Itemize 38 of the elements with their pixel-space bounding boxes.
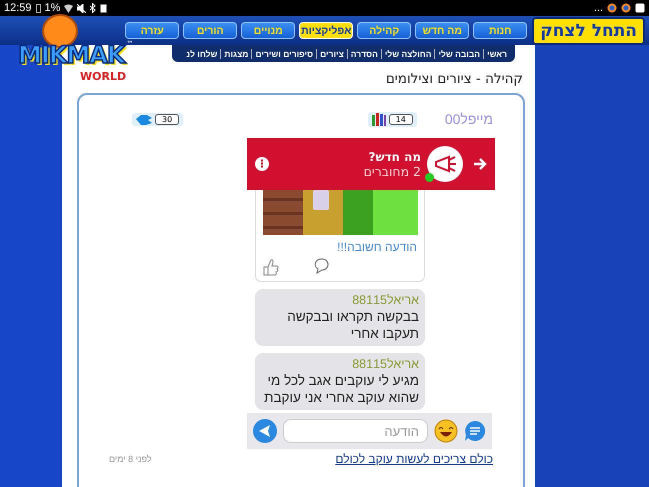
wifi-icon (64, 4, 74, 12)
chat-icon[interactable] (464, 420, 486, 442)
site-logo-text[interactable]: התחל לצחק (532, 16, 645, 44)
online-count: 2 מחוברים (362, 164, 421, 178)
bluetooth-icon (90, 3, 96, 13)
battery-icon (36, 4, 41, 12)
arrow-right-icon[interactable] (473, 158, 487, 170)
sub-nav-link[interactable]: ציורים (317, 48, 348, 58)
sub-nav-link[interactable]: החולצה שלי (382, 48, 436, 58)
drawings-badge: 14 (368, 112, 417, 126)
sub-nav-link[interactable]: מצגות (221, 48, 252, 58)
thumbs-up-icon[interactable] (263, 258, 279, 276)
likes-badge: 30 (132, 112, 184, 126)
comment-text: בבקשה תקראו ובבקשה תעקבו אחרי (286, 308, 419, 342)
message-field[interactable]: הודעה (283, 419, 428, 443)
post-time: לפני 8 ימים (109, 453, 152, 466)
megaphone-icon (433, 155, 457, 173)
comment-text: מגיע לי עוקבים אגב לכל מי שהוא עוקב אחרי אני עוקבת (263, 372, 419, 406)
battery-icon (100, 3, 108, 13)
notice-title: מה חדש? (368, 150, 421, 164)
more-notifications: ... (594, 2, 603, 14)
sub-nav-link[interactable]: הסדרה (348, 48, 382, 58)
laughing-emoji-icon[interactable] (434, 419, 458, 443)
notification-banner[interactable]: מה חדש? 2 מחוברים (247, 138, 495, 190)
battery-percent: 1% (44, 2, 60, 14)
post-caption: הודעה חשובה!!! (336, 240, 417, 254)
mute-icon (77, 4, 86, 12)
sub-nav-link[interactable]: סיפורים ושירים (252, 48, 318, 58)
comment-icon[interactable] (313, 258, 331, 274)
info-icon[interactable] (255, 157, 269, 171)
sub-nav-link[interactable]: הבובה שלי (435, 48, 484, 58)
post-title-link[interactable]: כולם צריכים לעשות עוקב לכולם (335, 452, 493, 466)
page-title: קהילה - ציורים וצילומים (386, 71, 523, 87)
clock: 12:59 (4, 2, 32, 14)
sub-nav-link[interactable]: שלחו לנ (183, 48, 222, 58)
sub-nav-link[interactable]: ראשי (484, 48, 510, 58)
send-icon[interactable] (253, 419, 277, 443)
nav-tab[interactable]: אפליקציות (299, 22, 354, 39)
